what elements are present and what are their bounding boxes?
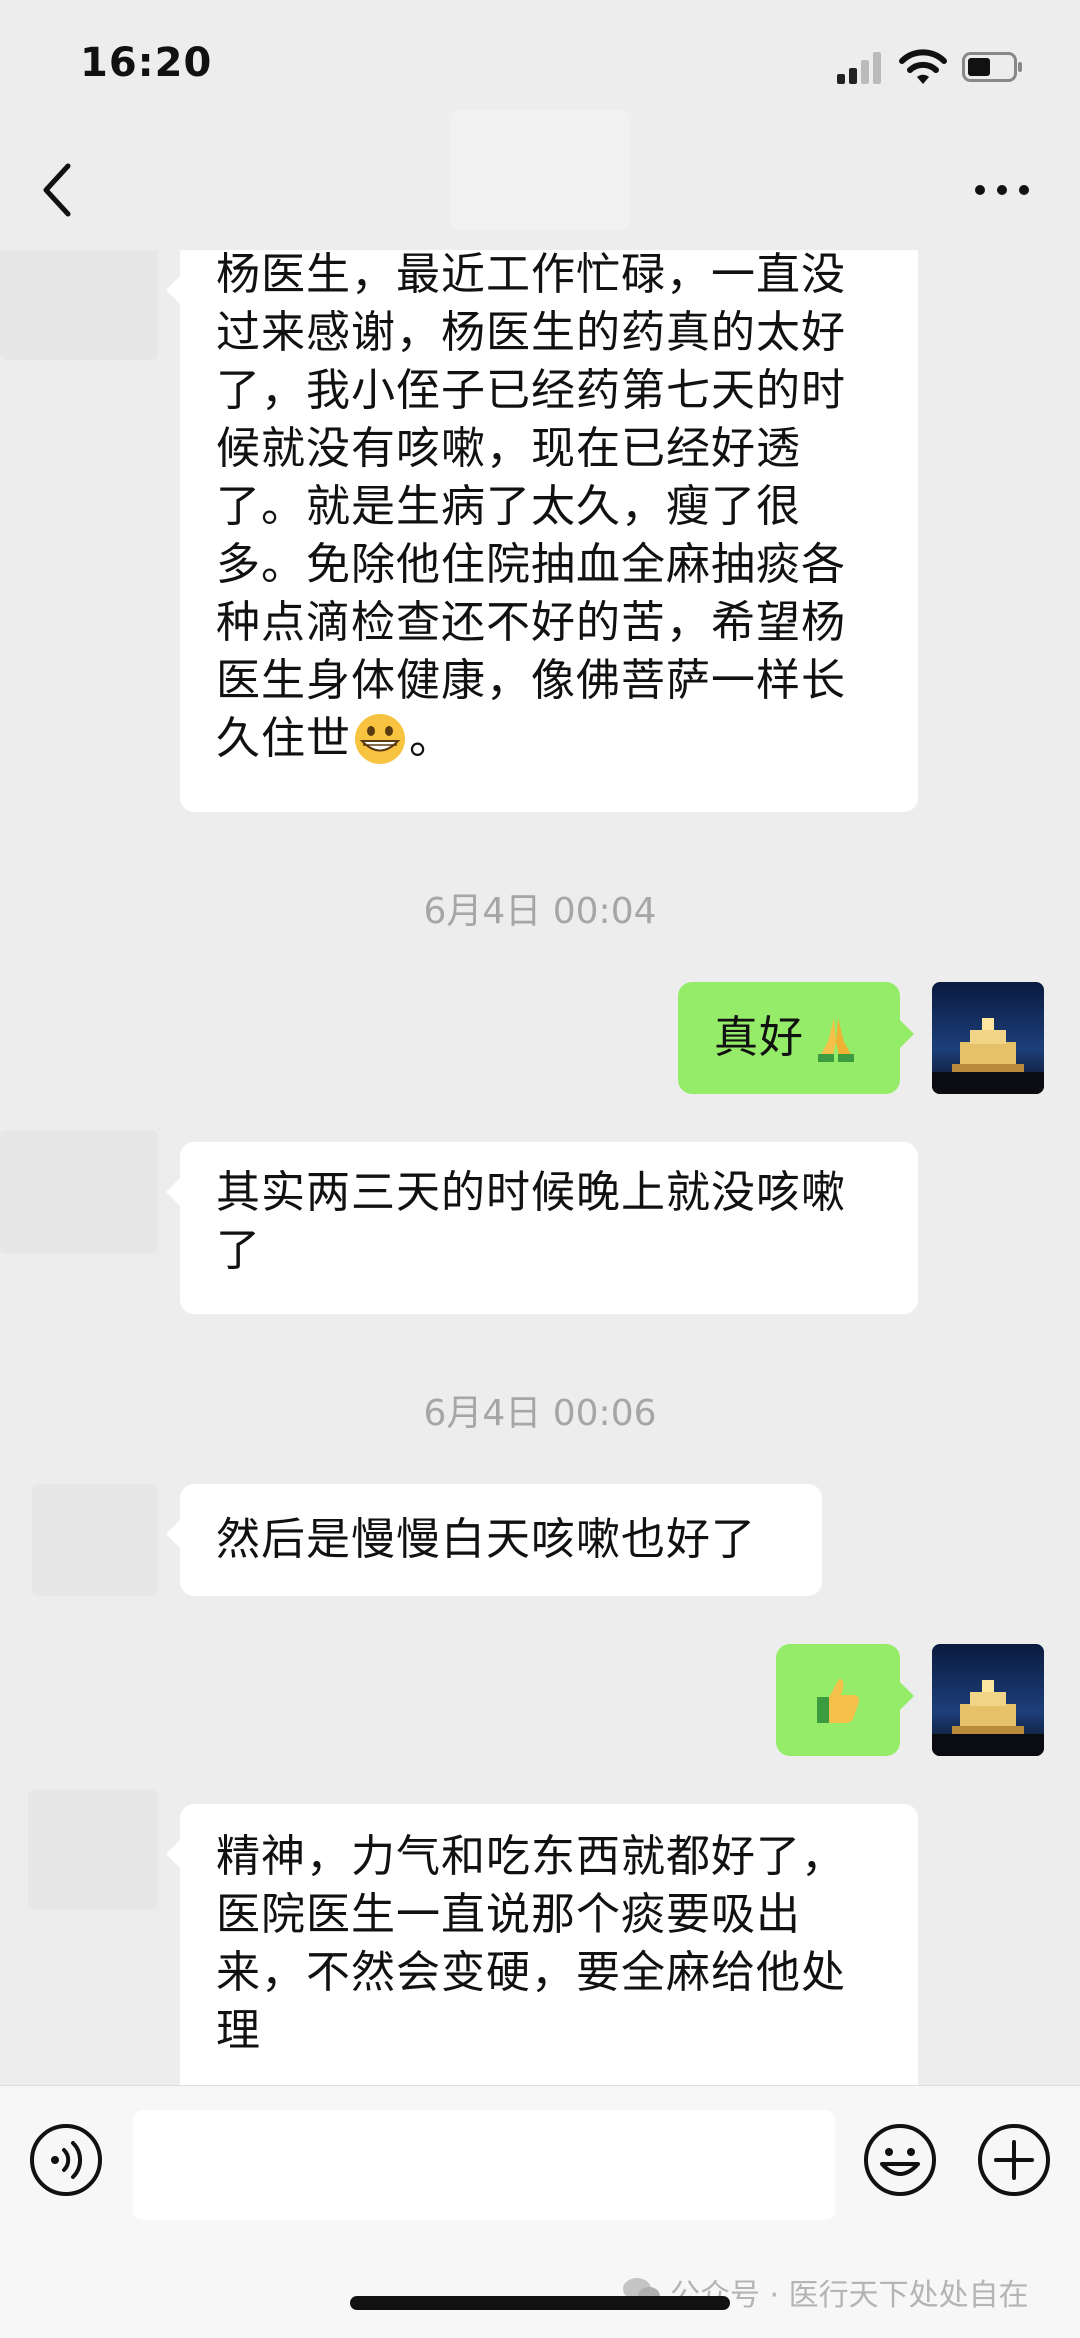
- plus-icon[interactable]: [976, 2122, 1052, 2198]
- message-line: 其实两三天的时候晚上就没咳嗽: [216, 1167, 846, 1218]
- grinning-face-emoji-icon: [355, 714, 405, 764]
- message-line: 多。免除他住院抽血全麻抽痰各: [216, 539, 846, 590]
- message-line: 久住世 。: [216, 710, 882, 768]
- home-indicator: [350, 2296, 730, 2310]
- message-line: 理: [216, 2005, 261, 2056]
- message-line: 杨医生，最近工作忙碌，一直没: [216, 250, 846, 300]
- received-message[interactable]: 其实两三天的时候晚上就没咳嗽 了: [166, 1142, 918, 1314]
- voice-input-icon[interactable]: [28, 2122, 104, 2198]
- sender-avatar[interactable]: [32, 1484, 158, 1596]
- message-line: 精神，力气和吃东西就都好了，: [216, 1831, 846, 1882]
- received-message[interactable]: 然后是慢慢白天咳嗽也好了: [166, 1484, 822, 1596]
- chat-title-redacted: [450, 110, 630, 230]
- my-avatar[interactable]: [932, 1644, 1044, 1756]
- sender-avatar[interactable]: [0, 250, 158, 360]
- message-text: 。: [409, 713, 454, 764]
- emoji-icon[interactable]: [862, 2122, 938, 2198]
- message-line: 来，不然会变硬，要全麻给他处: [216, 1947, 846, 1998]
- wifi-icon: [899, 49, 947, 84]
- sent-message[interactable]: [776, 1644, 914, 1756]
- status-bar: 16:20: [0, 0, 1080, 120]
- temple-night-image: [932, 982, 1044, 1094]
- temple-night-image: [932, 1644, 1044, 1756]
- message-line: 医院医生一直说那个痰要吸出: [216, 1889, 801, 1940]
- more-icon[interactable]: [972, 180, 1032, 200]
- message-line: 医生身体健康，像佛菩萨一样长: [216, 655, 846, 706]
- battery-icon: [962, 52, 1022, 82]
- timestamp: 6月4日 00:06: [423, 1393, 657, 1434]
- back-icon[interactable]: [38, 160, 78, 220]
- message-text: 然后是慢慢白天咳嗽也好了: [216, 1514, 756, 1565]
- received-message[interactable]: 杨医生，最近工作忙碌，一直没 过来感谢，杨医生的药真的太好 了，我小侄子已经药第…: [166, 250, 918, 812]
- message-line: 候就没有咳嗽，现在已经好透: [216, 423, 801, 474]
- status-time: 16:20: [80, 40, 213, 86]
- message-line: 了，我小侄子已经药第七天的时: [216, 365, 846, 416]
- sent-message[interactable]: 真好: [678, 982, 914, 1094]
- message-line: 种点滴检查还不好的苦，希望杨: [216, 597, 846, 648]
- chat-area[interactable]: 杨医生，最近工作忙碌，一直没 过来感谢，杨医生的药真的太好 了，我小侄子已经药第…: [0, 250, 1080, 2085]
- message-line: 了: [216, 1225, 261, 1276]
- message-text: 久住世: [216, 713, 351, 764]
- received-message[interactable]: 精神，力气和吃东西就都好了， 医院医生一直说那个痰要吸出 来，不然会变硬，要全麻…: [166, 1804, 918, 2085]
- message-text: 真好: [714, 1012, 804, 1063]
- my-avatar[interactable]: [932, 982, 1044, 1094]
- message-input[interactable]: [133, 2110, 835, 2220]
- folded-hands-emoji-icon: [818, 1018, 854, 1062]
- timestamp: 6月4日 00:04: [423, 891, 657, 932]
- sender-avatar[interactable]: [0, 1130, 158, 1254]
- message-line: 了。就是生病了太久，瘦了很: [216, 481, 801, 532]
- sender-avatar[interactable]: [28, 1790, 158, 1910]
- thumbs-up-emoji-icon: [817, 1679, 859, 1723]
- message-line: 过来感谢，杨医生的药真的太好: [216, 307, 846, 358]
- signal-icon: [837, 52, 883, 84]
